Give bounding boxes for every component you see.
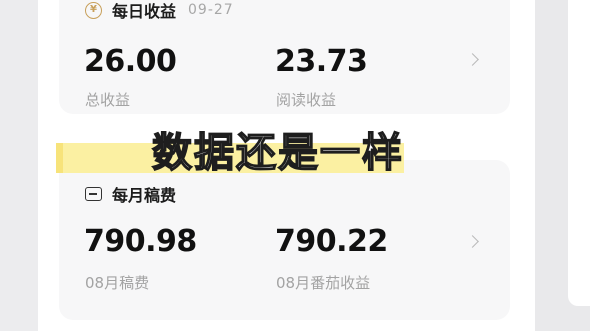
monthly-fee-value: 790.98 xyxy=(84,224,197,259)
daily-earnings-card[interactable]: ¥ 每日收益 09-27 26.00 总收益 23.73 阅读收益 xyxy=(59,0,510,114)
caption-highlight-stub xyxy=(56,143,63,173)
chevron-right-icon[interactable] xyxy=(466,53,479,66)
chevron-right-icon[interactable] xyxy=(466,235,479,248)
coin-icon: ¥ xyxy=(85,1,102,19)
monthly-fee-title: 每月稿费 xyxy=(112,186,177,205)
monthly-fee-card[interactable]: 每月稿费 790.98 08月稿费 790.22 08月番茄收益 xyxy=(59,160,510,320)
total-earnings-label: 总收益 xyxy=(85,91,131,109)
daily-earnings-title: 每日收益 xyxy=(112,2,177,21)
video-caption: 数据还是一样 xyxy=(151,129,404,177)
wallet-icon xyxy=(85,187,102,201)
monthly-fee-label: 08月稿费 xyxy=(85,274,150,292)
right-background-panel xyxy=(535,0,590,331)
daily-earnings-header: ¥ 每日收益 09-27 xyxy=(85,0,234,22)
left-background-panel xyxy=(0,0,38,331)
fanqie-earnings-value: 790.22 xyxy=(275,224,388,259)
fanqie-earnings-label: 08月番茄收益 xyxy=(276,274,371,292)
monthly-fee-header: 每月稿费 xyxy=(85,182,176,206)
total-earnings-value: 26.00 xyxy=(84,44,177,79)
reading-earnings-value: 23.73 xyxy=(275,44,368,79)
adjacent-card-edge xyxy=(568,0,590,306)
daily-earnings-date: 09-27 xyxy=(188,2,234,18)
reading-earnings-label: 阅读收益 xyxy=(276,91,337,109)
